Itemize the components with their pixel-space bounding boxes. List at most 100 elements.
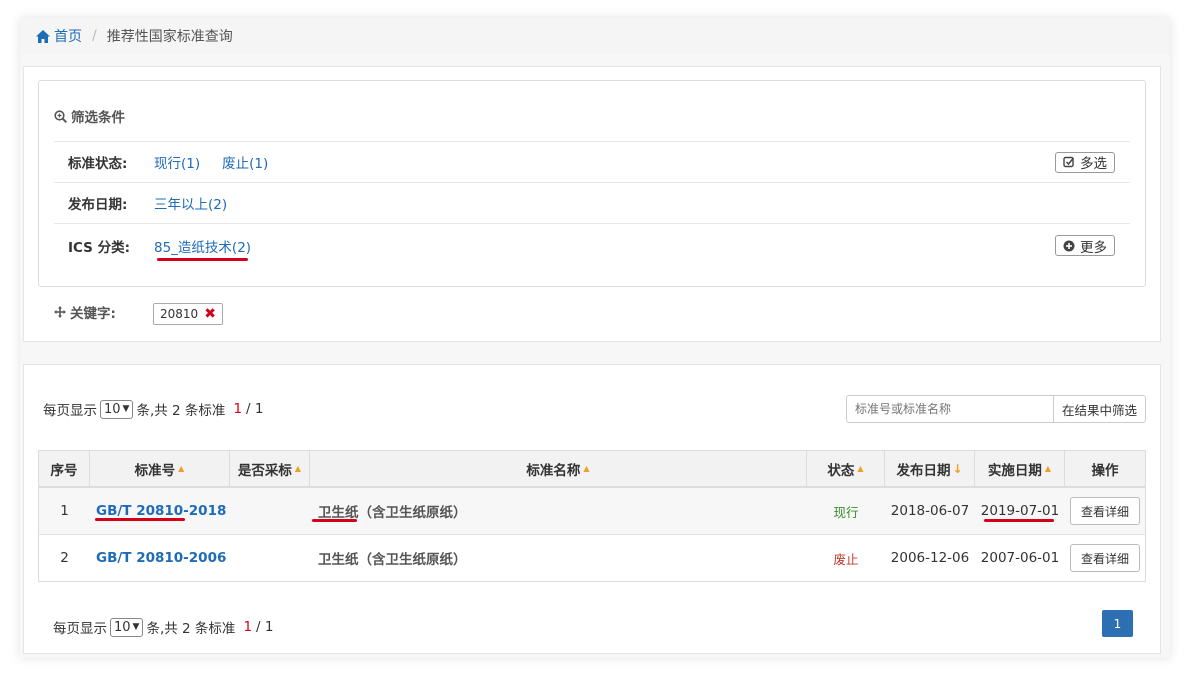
cell-implement-date: 2007-06-01 xyxy=(980,550,1060,566)
cell-adopted xyxy=(230,535,310,581)
chevron-down-icon: ▼ xyxy=(122,404,130,414)
filter-label-publish-date: 发布日期: xyxy=(68,197,128,213)
pager-bottom: 每页显示 10 ▼ 条,共 2 条标准 1 / 1 xyxy=(53,616,273,638)
header-publish-label: 发布日期 xyxy=(896,462,951,479)
cell-name: 卫生纸（含卫生纸原纸） xyxy=(310,488,807,534)
multi-select-label: 多选 xyxy=(1080,156,1107,172)
breadcrumb-current: 推荐性国家标准查询 xyxy=(106,29,233,45)
checkbox-edit-icon xyxy=(1063,156,1075,168)
filter-title-label: 筛选条件 xyxy=(71,110,125,126)
sort-up-icon: ▲ xyxy=(178,464,185,473)
cell-action: 查看详细 xyxy=(1065,488,1145,534)
annotation-underline-ics xyxy=(157,258,248,261)
cell-std-no: GB/T 20810-2006 xyxy=(90,535,230,581)
home-icon xyxy=(36,29,50,43)
pagination-page-1[interactable]: 1 xyxy=(1102,610,1133,637)
pager-suffix: 条,共 2 条标准 xyxy=(136,403,226,419)
cell-implement-date: 2019-07-01 xyxy=(980,503,1060,519)
cell-status: 现行 xyxy=(807,488,885,534)
filter-label-ics: ICS 分类: xyxy=(68,239,131,256)
annotation-underline-name xyxy=(312,519,357,522)
std-name: 卫生纸（含卫生纸原纸） xyxy=(318,552,467,568)
sort-up-icon: ▲ xyxy=(1044,464,1052,473)
multi-select-button[interactable]: 多选 xyxy=(1055,151,1115,173)
header-index: 序号 xyxy=(39,451,90,486)
result-search: 在结果中筛选 xyxy=(846,395,1146,423)
std-no-link[interactable]: GB/T 20810-2018 xyxy=(96,503,226,519)
breadcrumb-separator: / xyxy=(92,28,97,44)
chevron-down-icon: ▼ xyxy=(132,622,140,632)
cell-publish-date: 2018-06-07 xyxy=(890,503,970,519)
filter-row-publish-date: 发布日期: 三年以上(2) xyxy=(54,182,1130,223)
header-implement-label: 实施日期 xyxy=(987,462,1042,479)
pager-top: 每页显示 10 ▼ 条,共 2 条标准 1 / 1 xyxy=(43,398,263,420)
header-status-label: 状态 xyxy=(827,462,855,479)
filter-label-status: 标准状态: xyxy=(68,156,128,172)
keyword-label: 关键字: xyxy=(54,302,116,322)
result-search-input[interactable] xyxy=(846,395,1053,423)
remove-keyword-icon[interactable]: ✖ xyxy=(204,306,216,322)
more-label: 更多 xyxy=(1080,239,1107,256)
cell-status: 废止 xyxy=(807,535,885,581)
filter-in-results-button[interactable]: 在结果中筛选 xyxy=(1053,395,1146,423)
std-no-link[interactable]: GB/T 20810-2006 xyxy=(96,550,226,566)
arrow-down-icon: ↓ xyxy=(952,461,963,476)
results-table: 序号 标准号 ▲ 是否采标 ▲ 标准名称 ▲ 状态 ▲ 发布日期 ↓ 实施日期 ▲ 操作 1… xyxy=(38,450,1146,582)
breadcrumb-home-label: 首页 xyxy=(54,29,82,45)
cell-publish-date: 2006-12-06 xyxy=(890,550,970,566)
view-detail-button[interactable]: 查看详细 xyxy=(1069,544,1140,572)
per-page-select-top[interactable]: 10 ▼ xyxy=(100,399,134,419)
header-adopted-label: 是否采标 xyxy=(237,462,292,479)
cell-adopted xyxy=(230,488,310,534)
move-icon xyxy=(54,306,66,318)
per-page-select-bottom[interactable]: 10 ▼ xyxy=(110,617,144,637)
filter-title: 筛选条件 xyxy=(54,106,125,126)
table-row: 2 GB/T 20810-2006 卫生纸（含卫生纸原纸） 废止 2006-12… xyxy=(39,535,1145,581)
pager-total-pages: / 1 xyxy=(246,401,264,417)
header-name-label: 标准名称 xyxy=(526,462,581,479)
keyword-tag: 20810 ✖ xyxy=(153,303,223,325)
header-std-no-label: 标准号 xyxy=(134,462,176,479)
cell-name: 卫生纸（含卫生纸原纸） xyxy=(310,535,807,581)
header-index-label: 序号 xyxy=(50,462,78,479)
filter-option-ics-85[interactable]: 85_造纸技术(2) xyxy=(154,236,251,256)
keyword-value: 20810 xyxy=(160,307,199,321)
sort-up-icon: ▲ xyxy=(857,464,864,473)
std-name: 卫生纸（含卫生纸原纸） xyxy=(318,505,467,521)
pager-suffix: 条,共 2 条标准 xyxy=(146,621,236,637)
header-action-label: 操作 xyxy=(1091,462,1119,479)
pager-total-pages: / 1 xyxy=(256,619,274,635)
breadcrumb: 首页 / 推荐性国家标准查询 xyxy=(20,18,1170,54)
header-implement-date[interactable]: 实施日期 ▲ xyxy=(975,451,1065,486)
view-detail-button[interactable]: 查看详细 xyxy=(1069,497,1140,525)
header-std-no[interactable]: 标准号 ▲ xyxy=(90,451,230,486)
header-action: 操作 xyxy=(1065,451,1145,486)
keyword-label-text: 关键字: xyxy=(70,306,116,322)
filter-row-status: 标准状态: 现行(1) 废止(1) 多选 xyxy=(54,141,1130,182)
sort-up-icon: ▲ xyxy=(583,464,590,473)
cell-std-no: GB/T 20810-2018 xyxy=(90,488,230,534)
per-page-value: 10 xyxy=(114,619,131,635)
header-adopted[interactable]: 是否采标 ▲ xyxy=(230,451,310,486)
more-button[interactable]: 更多 xyxy=(1055,235,1115,256)
header-publish-date[interactable]: 发布日期 ↓ xyxy=(885,451,975,486)
pager-current-page: 1 xyxy=(243,619,253,635)
annotation-underline-std-no xyxy=(95,518,185,521)
header-name[interactable]: 标准名称 ▲ xyxy=(310,451,807,486)
filter-option-current[interactable]: 现行(1) xyxy=(154,152,200,172)
pager-prefix: 每页显示 xyxy=(53,621,107,637)
pager-current-page: 1 xyxy=(233,401,243,417)
per-page-value: 10 xyxy=(104,401,121,417)
zoom-search-icon xyxy=(54,109,67,123)
status-badge: 废止 xyxy=(833,551,859,567)
filter-option-over-three-years[interactable]: 三年以上(2) xyxy=(154,193,227,213)
annotation-underline-implement xyxy=(984,519,1054,522)
breadcrumb-home-link[interactable]: 首页 xyxy=(36,26,82,46)
table-header: 序号 标准号 ▲ 是否采标 ▲ 标准名称 ▲ 状态 ▲ 发布日期 ↓ 实施日期 ▲ 操作 xyxy=(39,451,1145,488)
pager-prefix: 每页显示 xyxy=(43,403,97,419)
cell-index: 2 xyxy=(60,550,69,566)
plus-circle-icon xyxy=(1063,240,1075,251)
filter-option-abolished[interactable]: 废止(1) xyxy=(222,152,268,172)
keyword-row: 关键字: 20810 ✖ xyxy=(54,302,223,325)
header-status[interactable]: 状态 ▲ xyxy=(807,451,885,486)
